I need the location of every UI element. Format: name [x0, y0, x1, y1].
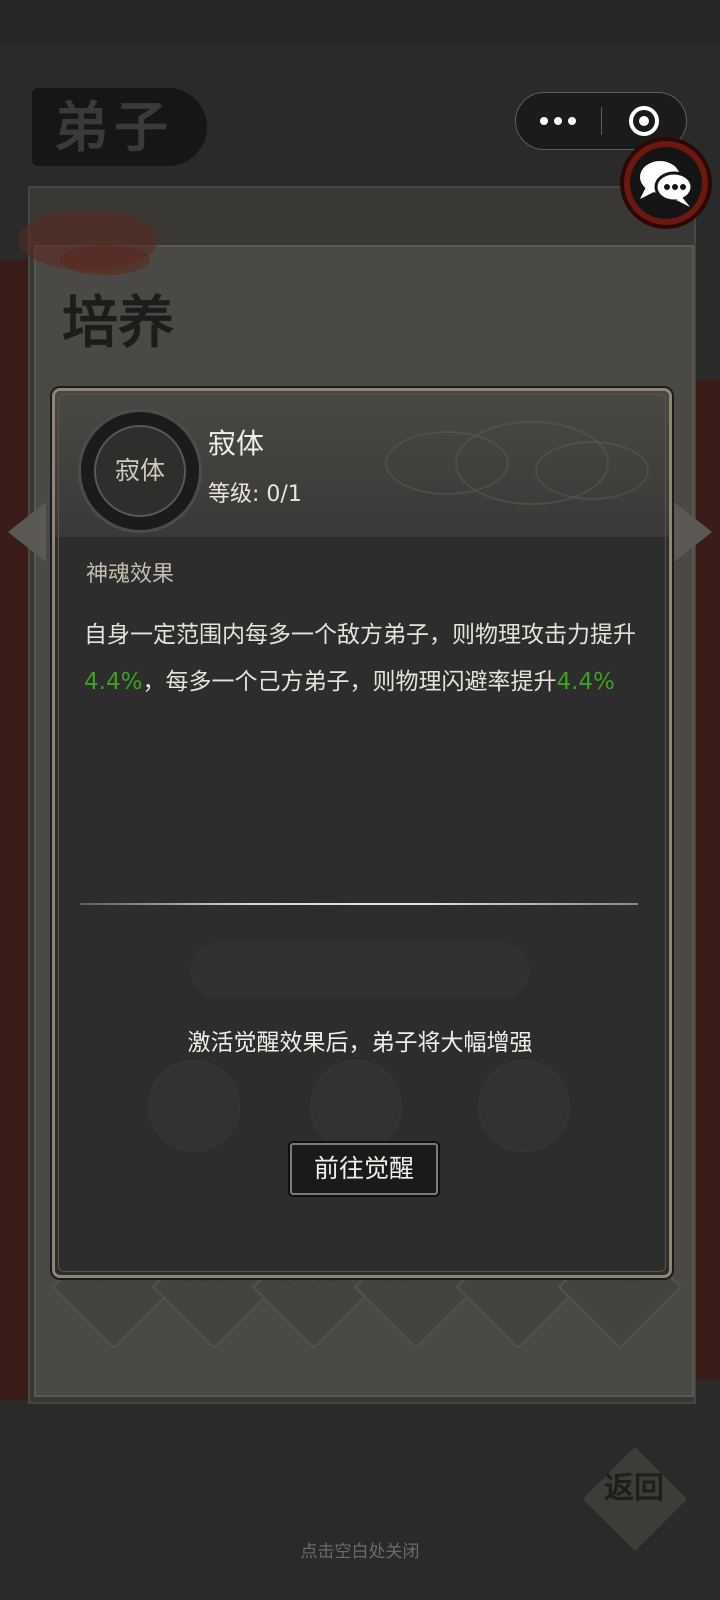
back-button-label: 返回	[604, 1471, 664, 1506]
section-divider	[80, 903, 638, 905]
panel-title: 培养	[62, 290, 174, 356]
skill-icon: 寂体	[94, 425, 186, 517]
capsule-divider	[601, 107, 602, 135]
more-dots-icon[interactable]	[516, 93, 600, 149]
effect-description: 自身一定范围内每多一个敌方弟子，则物理攻击力提升 4.4%，每多一个己方弟子，则物…	[84, 612, 644, 706]
effect-value-1: 4.4%	[84, 669, 143, 695]
prev-arrow-icon[interactable]	[8, 502, 46, 562]
chat-bubbles-icon	[630, 147, 702, 219]
top-strip	[0, 0, 720, 44]
skill-level: 等级: 0/1	[208, 476, 302, 508]
section-label: 神魂效果	[86, 562, 175, 587]
effect-text-part2: ，每多一个己方弟子，则物理闪避率提升	[142, 669, 557, 695]
awaken-slot-2	[310, 1060, 402, 1152]
plum-blossom-decoration	[60, 245, 150, 275]
awaken-slot-3	[478, 1060, 570, 1152]
skill-level-label: 等级:	[208, 482, 260, 507]
effect-text-part1: 自身一定范围内每多一个敌方弟子，则物理攻击力提升	[84, 622, 636, 648]
skill-level-value: 0/1	[266, 482, 302, 507]
page-title: 弟子	[32, 88, 207, 166]
close-hint[interactable]: 点击空白处关闭	[0, 1537, 720, 1562]
goto-awaken-button[interactable]: 前往觉醒	[290, 1143, 438, 1195]
chat-button[interactable]	[620, 137, 712, 229]
next-arrow-icon[interactable]	[674, 502, 712, 562]
effect-value-2: 4.4%	[556, 669, 615, 695]
awaken-slot-1	[148, 1060, 240, 1152]
skill-name: 寂体	[208, 427, 265, 460]
awaken-title-background	[190, 942, 530, 998]
awaken-description: 激活觉醒效果后，弟子将大幅增强	[187, 1030, 533, 1056]
